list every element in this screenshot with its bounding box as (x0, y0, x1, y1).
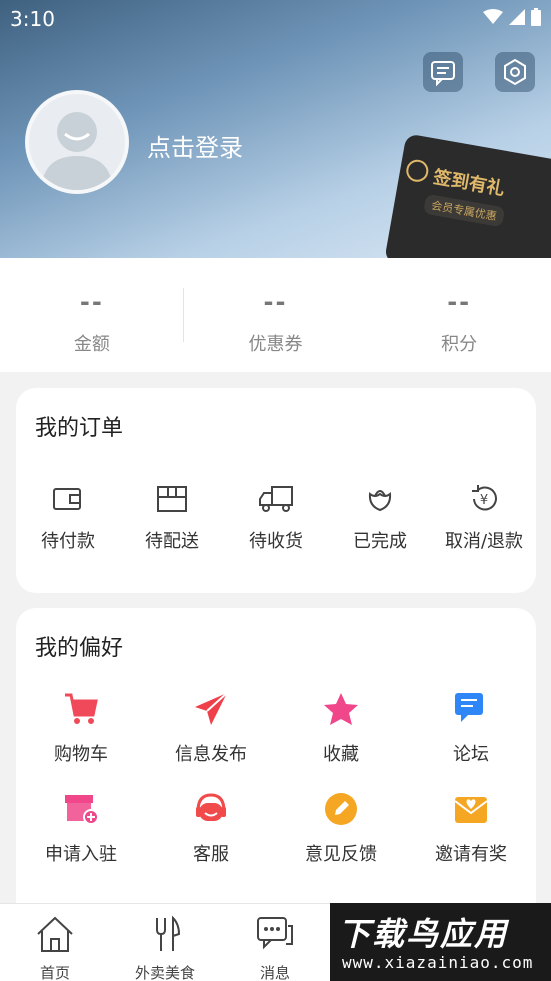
watermark-title: 下载鸟应用 (338, 915, 509, 953)
pref-cart[interactable]: 购物车 (16, 690, 146, 790)
stat-value: -- (263, 288, 288, 316)
home-icon (37, 916, 73, 952)
orders-title: 我的订单 (35, 416, 124, 441)
sign-card-title: 签到有礼 (431, 166, 507, 201)
avatar[interactable] (25, 90, 129, 194)
shop-add-icon (65, 795, 99, 825)
pencil-icon (325, 793, 357, 825)
svg-text:¥: ¥ (480, 493, 488, 508)
order-label: 待收货 (249, 531, 303, 552)
order-label: 取消/退款 (444, 531, 524, 552)
refund-icon: ¥ (472, 485, 497, 511)
my-orders-panel: 我的订单 待付款 待配送 待收货 已完成 ¥ 取消/退款 (16, 388, 536, 593)
order-label: 待配送 (145, 531, 199, 552)
pref-favorites[interactable]: 收藏 (276, 690, 406, 790)
status-icons (483, 8, 541, 26)
stat-points[interactable]: -- 积分 (367, 258, 551, 372)
pref-label: 申请入驻 (45, 844, 117, 865)
tab-label: 消息 (259, 964, 290, 981)
message-button[interactable] (423, 52, 463, 92)
settings-button[interactable] (495, 52, 535, 92)
stat-label: 金额 (73, 334, 110, 355)
pref-invite-reward[interactable]: 邀请有奖 (406, 790, 536, 890)
order-label: 待付款 (41, 531, 95, 552)
message-icon (431, 61, 455, 86)
sign-in-reward-card[interactable]: 签到有礼 会员专属优惠 (384, 133, 551, 258)
utensils-icon (156, 915, 181, 951)
stat-balance[interactable]: -- 金额 (0, 258, 184, 372)
stat-value: -- (447, 288, 472, 316)
wifi-icon (483, 9, 503, 24)
watermark-overlay: 下载鸟应用 www.xiazainiao.com (330, 903, 551, 981)
box-icon (157, 486, 187, 512)
status-time: 3:10 (10, 7, 55, 31)
my-preferences-panel: 我的偏好 购物车 信息发布 收藏 论坛 申请入驻 客服 意见反馈 邀请有奖 (16, 608, 536, 938)
gear-icon (504, 58, 526, 86)
pref-label: 邀请有奖 (435, 844, 507, 865)
gift-icon (404, 158, 431, 184)
pref-customer-service[interactable]: 客服 (146, 790, 276, 890)
stat-coupons[interactable]: -- 优惠券 (184, 258, 368, 372)
tab-food[interactable]: 外卖美食 (110, 914, 220, 981)
default-avatar-icon (41, 112, 113, 190)
envelope-heart-icon (454, 797, 488, 823)
pref-label: 购物车 (54, 744, 108, 765)
tab-home[interactable]: 首页 (0, 914, 110, 981)
order-pending-payment[interactable]: 待付款 (16, 483, 120, 553)
pref-apply-join[interactable]: 申请入驻 (16, 790, 146, 890)
status-bar: 3:10 (0, 0, 551, 38)
headset-icon (196, 793, 226, 821)
preferences-title: 我的偏好 (35, 636, 124, 661)
pref-label: 信息发布 (175, 744, 247, 765)
wallet-icon (53, 488, 81, 510)
watermark-url: www.xiazainiao.com (342, 953, 534, 972)
tab-label: 外卖美食 (134, 964, 195, 981)
send-icon (195, 692, 228, 725)
order-pending-receipt[interactable]: 待收货 (224, 483, 328, 553)
pref-label: 收藏 (323, 744, 359, 765)
pref-forum[interactable]: 论坛 (406, 690, 536, 790)
stat-value: -- (79, 288, 104, 316)
orders-row: 待付款 待配送 待收货 已完成 ¥ 取消/退款 (16, 483, 536, 553)
star-icon (324, 693, 358, 725)
order-pending-delivery[interactable]: 待配送 (120, 483, 224, 553)
profile-header: 3:10 点击登录 签到有礼 会员专属优惠 (0, 0, 551, 258)
pref-label: 论坛 (453, 744, 489, 765)
tab-messages[interactable]: 消息 (220, 914, 330, 981)
tab-label: 首页 (39, 964, 70, 981)
stat-label: 积分 (441, 334, 478, 355)
pref-label: 意见反馈 (305, 844, 377, 865)
order-cancel-refund[interactable]: ¥ 取消/退款 (432, 483, 536, 553)
pref-publish[interactable]: 信息发布 (146, 690, 276, 790)
truck-icon (259, 486, 293, 512)
pref-feedback[interactable]: 意见反馈 (276, 790, 406, 890)
login-link[interactable]: 点击登录 (147, 128, 243, 163)
message-icon (257, 917, 293, 950)
signal-icon (509, 9, 525, 25)
order-label: 已完成 (353, 531, 407, 552)
stat-label: 优惠券 (248, 334, 303, 355)
account-stats: -- 金额 -- 优惠券 -- 积分 (0, 258, 551, 372)
battery-icon (531, 8, 541, 26)
chat-icon (455, 693, 483, 722)
order-completed[interactable]: 已完成 (328, 483, 432, 553)
cart-icon (65, 693, 98, 724)
pref-label: 客服 (193, 844, 229, 865)
preferences-grid: 购物车 信息发布 收藏 论坛 申请入驻 客服 意见反馈 邀请有奖 (16, 690, 536, 890)
flower-icon (368, 490, 392, 512)
